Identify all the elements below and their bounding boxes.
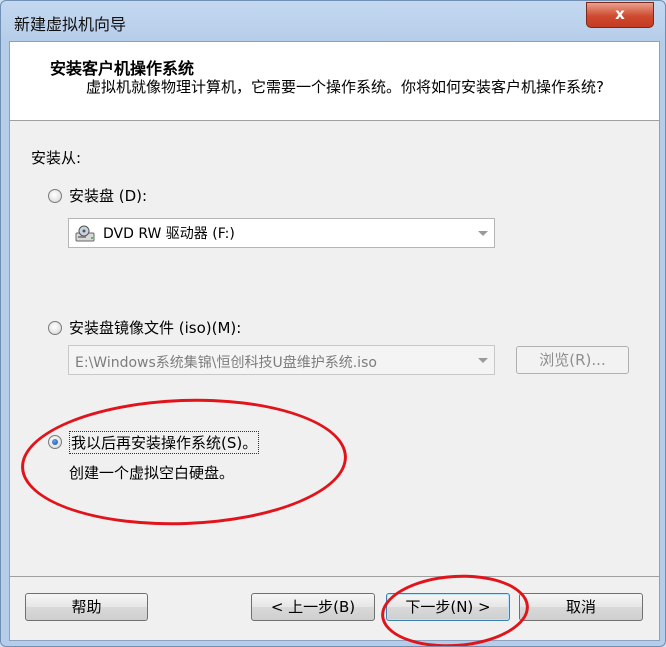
title-bar[interactable]: 新建虚拟机向导 x: [1, 1, 665, 41]
wizard-window: 新建虚拟机向导 x 安装客户机操作系统 虚拟机就像物理计算机，它需要一个操作系统…: [0, 0, 666, 647]
chevron-down-icon[interactable]: [472, 219, 494, 247]
iso-path-value: E:\Windows系统集锦\恒创科技U盘维护系统.iso: [75, 355, 377, 371]
iso-option-label[interactable]: 安装盘镜像文件 (iso)(M):: [69, 317, 241, 338]
footer-divider: [10, 576, 659, 577]
page-description: 虚拟机就像物理计算机，它需要一个操作系统。你将如何安装客户机操作系统?: [86, 78, 604, 96]
iso-radio[interactable]: [48, 321, 62, 335]
window-title: 新建虚拟机向导: [14, 15, 127, 34]
install-from-label: 安装从:: [31, 149, 82, 167]
drive-select-value: DVD RW 驱动器 (F:): [103, 226, 235, 242]
close-button[interactable]: x: [586, 2, 654, 28]
disc-radio[interactable]: [48, 189, 62, 203]
dvd-drive-icon: [75, 225, 95, 242]
wizard-header: 安装客户机操作系统 虚拟机就像物理计算机，它需要一个操作系统。你将如何安装客户机…: [10, 42, 659, 121]
back-button[interactable]: < 上一步(B): [251, 593, 375, 621]
disc-option-label[interactable]: 安装盘 (D):: [69, 185, 147, 206]
cancel-button[interactable]: 取消: [519, 593, 643, 621]
chevron-down-icon[interactable]: [472, 346, 494, 374]
wizard-client-area: 安装客户机操作系统 虚拟机就像物理计算机，它需要一个操作系统。你将如何安装客户机…: [9, 41, 660, 641]
help-button[interactable]: 帮助: [25, 593, 148, 621]
iso-path-input[interactable]: E:\Windows系统集锦\恒创科技U盘维护系统.iso: [68, 345, 495, 375]
drive-select[interactable]: DVD RW 驱动器 (F:): [68, 218, 495, 248]
close-icon: x: [615, 5, 625, 23]
page-title: 安装客户机操作系统: [50, 59, 195, 78]
browse-button[interactable]: 浏览(R)...: [516, 346, 629, 374]
